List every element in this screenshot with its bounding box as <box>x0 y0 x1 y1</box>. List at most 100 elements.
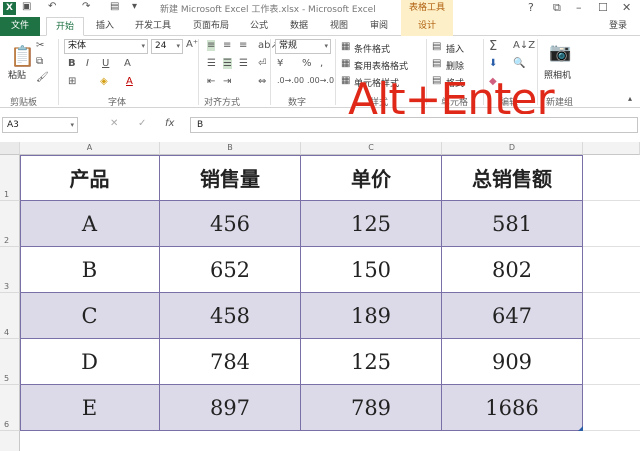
align-bottom-icon[interactable]: ≡ <box>239 40 247 51</box>
font-color-icon[interactable]: A <box>126 76 133 87</box>
align-left-icon[interactable]: ☰ <box>207 58 216 69</box>
redo-icon[interactable]: ↷ <box>82 1 90 12</box>
row-header-2[interactable]: 2 <box>0 201 20 247</box>
row-header-3[interactable]: 3 <box>0 247 20 293</box>
format-as-table-icon[interactable]: ▦ <box>341 58 350 69</box>
row-header-4[interactable]: 4 <box>0 293 20 339</box>
table-cell[interactable]: E <box>20 385 160 431</box>
table-header-total[interactable]: 总销售额 <box>442 155 583 201</box>
format-painter-icon[interactable]: 🖌 <box>36 72 49 83</box>
fill-color-icon[interactable]: ◈ <box>100 76 108 87</box>
tab-insert[interactable]: 插入 <box>90 17 120 36</box>
name-box[interactable]: A3 ▾ <box>2 117 78 133</box>
minimize-icon[interactable]: – <box>576 1 582 14</box>
camera-icon[interactable]: 📷 <box>549 42 571 63</box>
table-cell[interactable]: 647 <box>442 293 583 339</box>
conditional-format-icon[interactable]: ▦ <box>341 41 350 52</box>
table-cell[interactable]: 125 <box>301 339 442 385</box>
maximize-icon[interactable]: ☐ <box>598 1 608 14</box>
font-size-select[interactable]: 24 ▾ <box>151 39 183 54</box>
insert-cells-button[interactable]: 插入 <box>446 42 464 55</box>
tab-formulas[interactable]: 公式 <box>244 17 274 36</box>
table-cell[interactable]: 652 <box>160 247 301 293</box>
tab-view[interactable]: 视图 <box>324 17 354 36</box>
table-cell[interactable]: 802 <box>442 247 583 293</box>
tab-page-layout[interactable]: 页面布局 <box>186 17 236 36</box>
ribbon-options-icon[interactable]: ⧉ <box>553 1 561 15</box>
bold-icon[interactable]: B <box>68 58 76 69</box>
row-header-1[interactable]: 1 <box>0 155 20 201</box>
confirm-entry-icon[interactable]: ✓ <box>138 118 146 129</box>
comma-style-icon[interactable]: , <box>320 58 323 69</box>
delete-cells-button[interactable]: 删除 <box>446 59 464 72</box>
select-all-corner[interactable] <box>0 142 20 155</box>
table-cell[interactable]: 189 <box>301 293 442 339</box>
table-cell[interactable]: 581 <box>442 201 583 247</box>
align-center-icon[interactable]: ☰ <box>223 58 232 69</box>
table-cell[interactable]: B <box>20 247 160 293</box>
font-name-select[interactable]: 宋体 ▾ <box>64 39 148 54</box>
table-cell[interactable]: 789 <box>301 385 442 431</box>
table-cell[interactable]: 125 <box>301 201 442 247</box>
increase-indent-icon[interactable]: ⇥ <box>223 76 231 87</box>
tab-file[interactable]: 文件 <box>0 17 40 36</box>
column-header-e[interactable] <box>583 142 640 155</box>
phonetic-icon[interactable]: A <box>124 58 131 69</box>
column-header-d[interactable]: D <box>442 142 583 155</box>
column-header-c[interactable]: C <box>301 142 442 155</box>
insert-cells-icon[interactable]: ▤ <box>432 41 441 52</box>
undo-icon[interactable]: ↶ <box>48 1 56 12</box>
increase-decimal-icon[interactable]: .0→.00 <box>277 76 304 85</box>
save-icon[interactable]: ▣ <box>22 1 31 12</box>
decrease-indent-icon[interactable]: ⇤ <box>207 76 215 87</box>
wrap-text-icon[interactable]: ⏎ <box>258 58 266 69</box>
insert-function-icon[interactable]: fx <box>165 118 174 129</box>
row-header-7[interactable] <box>0 431 20 451</box>
merge-center-icon[interactable]: ⇔ <box>258 76 266 87</box>
tab-review[interactable]: 审阅 <box>364 17 394 36</box>
conditional-format-button[interactable]: 条件格式 <box>354 42 390 55</box>
customize-qat-icon[interactable]: ▾ <box>132 1 137 12</box>
collapse-ribbon-icon[interactable]: ▴ <box>628 94 632 103</box>
table-cell[interactable]: D <box>20 339 160 385</box>
table-cell[interactable]: 150 <box>301 247 442 293</box>
copy-icon[interactable]: ⧉ <box>36 56 43 67</box>
tab-home[interactable]: 开始 <box>46 17 84 36</box>
table-cell[interactable]: 784 <box>160 339 301 385</box>
decrease-decimal-icon[interactable]: .00→.0 <box>307 76 334 85</box>
help-icon[interactable]: ? <box>528 1 534 14</box>
borders-icon[interactable]: ⊞ <box>68 76 76 87</box>
find-select-icon[interactable]: 🔍 <box>513 58 525 69</box>
cut-icon[interactable]: ✂ <box>36 40 44 51</box>
table-cell[interactable]: 456 <box>160 201 301 247</box>
autosum-icon[interactable]: Σ <box>489 39 497 54</box>
align-middle-icon[interactable]: ≡ <box>223 40 231 51</box>
number-format-select[interactable]: 常规 ▾ <box>275 39 331 54</box>
table-cell[interactable]: C <box>20 293 160 339</box>
table-header-quantity[interactable]: 销售量 <box>160 155 301 201</box>
tab-developer[interactable]: 开发工具 <box>128 17 178 36</box>
excel-logo-icon[interactable]: X <box>3 2 16 15</box>
table-cell[interactable]: 458 <box>160 293 301 339</box>
tab-design[interactable]: 设计 <box>401 17 453 36</box>
column-header-a[interactable]: A <box>20 142 160 155</box>
align-right-icon[interactable]: ☰ <box>239 58 248 69</box>
formula-input[interactable]: B <box>190 117 638 133</box>
close-icon[interactable]: ✕ <box>622 1 631 14</box>
format-as-table-button[interactable]: 套用表格格式 <box>354 59 408 72</box>
grow-font-icon[interactable]: A⁺ <box>186 39 198 50</box>
tab-data[interactable]: 数据 <box>284 17 314 36</box>
underline-icon[interactable]: U <box>102 58 109 69</box>
print-preview-icon[interactable]: ▤ <box>110 1 119 12</box>
cancel-entry-icon[interactable]: ✕ <box>110 118 118 129</box>
row-header-5[interactable]: 5 <box>0 339 20 385</box>
table-cell[interactable]: A <box>20 201 160 247</box>
table-cell[interactable]: 909 <box>442 339 583 385</box>
align-top-icon[interactable]: ≡ <box>207 40 216 51</box>
italic-icon[interactable]: I <box>86 58 89 69</box>
table-cell[interactable]: 897 <box>160 385 301 431</box>
table-header-product[interactable]: 产品 <box>20 155 160 201</box>
accounting-format-icon[interactable]: ¥ <box>277 58 283 69</box>
paste-icon[interactable]: 📋 <box>10 44 35 68</box>
sign-in-link[interactable]: 登录 <box>600 17 636 36</box>
